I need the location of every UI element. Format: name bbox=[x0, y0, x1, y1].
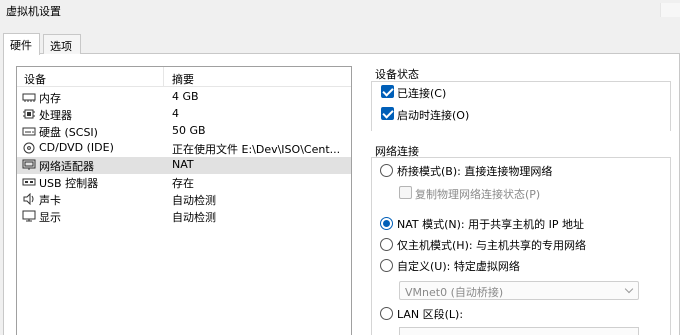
custom-network-value: VMnet0 (自动桥接) bbox=[405, 286, 504, 299]
device-list-header: 设备 摘要 bbox=[17, 67, 351, 87]
chevron-down-icon bbox=[624, 284, 634, 294]
nat-label: NAT 模式(N): 用于共享主机的 IP 地址 bbox=[397, 218, 584, 231]
device-name: 网络适配器 bbox=[39, 160, 94, 173]
custom-label: 自定义(U): 特定虚拟网络 bbox=[397, 260, 520, 273]
connect-at-power-on-checkbox[interactable] bbox=[381, 107, 394, 120]
speaker-icon bbox=[23, 193, 34, 205]
replicate-physical-state-checkbox[interactable] bbox=[399, 186, 412, 199]
lan-segment-select[interactable] bbox=[399, 327, 639, 335]
network-adapter-icon bbox=[22, 159, 36, 170]
device-summary: 正在使用文件 E:\Dev\ISO\Cent... bbox=[172, 143, 341, 156]
device-status-title: 设备状态 bbox=[375, 68, 419, 81]
device-row-usb[interactable]: USB 控制器 存在 bbox=[17, 174, 351, 191]
column-summary[interactable]: 摘要 bbox=[172, 71, 194, 87]
lan-segment-radio[interactable] bbox=[380, 307, 393, 320]
device-summary: 4 bbox=[172, 107, 179, 120]
window-title: 虚拟机设置 bbox=[6, 5, 61, 18]
device-name: 内存 bbox=[39, 92, 61, 105]
monitor-icon bbox=[22, 210, 36, 222]
network-border-right bbox=[670, 157, 671, 335]
custom-radio[interactable] bbox=[380, 259, 393, 272]
device-list[interactable]: 设备 摘要 内存 4 GB 处理器 4 硬盘 (SCSI) 50 GB CD/D… bbox=[16, 66, 352, 335]
cpu-icon bbox=[23, 109, 35, 119]
host-only-label: 仅主机模式(H): 与主机共享的专用网络 bbox=[397, 239, 587, 252]
device-status-border-right bbox=[670, 81, 671, 131]
tab-options[interactable]: 选项 bbox=[43, 34, 81, 54]
device-row-network-adapter[interactable]: 网络适配器 NAT bbox=[17, 157, 351, 174]
nat-radio[interactable] bbox=[380, 217, 393, 230]
network-border-left bbox=[371, 157, 372, 335]
bridged-label: 桥接模式(B): 直接连接物理网络 bbox=[397, 165, 553, 178]
host-only-radio[interactable] bbox=[380, 238, 393, 251]
device-name: USB 控制器 bbox=[39, 177, 99, 190]
device-row-cdrom[interactable]: CD/DVD (IDE) 正在使用文件 E:\Dev\ISO\Cent... bbox=[17, 140, 351, 157]
device-name: 硬盘 (SCSI) bbox=[39, 126, 98, 139]
bridged-radio[interactable] bbox=[380, 164, 393, 177]
device-summary: 自动检测 bbox=[172, 211, 216, 224]
column-device[interactable]: 设备 bbox=[17, 67, 164, 87]
close-button[interactable] bbox=[660, 3, 680, 17]
device-row-harddisk[interactable]: 硬盘 (SCSI) 50 GB bbox=[17, 123, 351, 140]
device-summary: 50 GB bbox=[172, 124, 206, 137]
device-status-border-left bbox=[371, 81, 372, 131]
device-summary: 4 GB bbox=[172, 90, 199, 103]
connect-at-power-on-label: 启动时连接(O) bbox=[397, 109, 470, 122]
connected-label: 已连接(C) bbox=[397, 87, 447, 100]
memory-icon bbox=[22, 93, 36, 102]
harddisk-icon bbox=[22, 127, 36, 136]
replicate-physical-state-label: 复制物理网络连接状态(P) bbox=[415, 188, 541, 201]
lan-segment-label: LAN 区段(L): bbox=[397, 308, 464, 321]
device-name: 显示 bbox=[39, 211, 61, 224]
custom-network-select[interactable]: VMnet0 (自动桥接) bbox=[399, 281, 639, 300]
device-summary: 自动检测 bbox=[172, 194, 216, 207]
device-row-memory[interactable]: 内存 4 GB bbox=[17, 89, 351, 106]
device-row-sound[interactable]: 声卡 自动检测 bbox=[17, 191, 351, 208]
connected-checkbox[interactable] bbox=[381, 85, 394, 98]
device-summary: NAT bbox=[172, 158, 194, 171]
device-status-divider bbox=[371, 81, 671, 82]
device-name: 处理器 bbox=[39, 109, 72, 122]
device-summary: 存在 bbox=[172, 177, 194, 190]
cdrom-icon bbox=[23, 142, 35, 154]
device-name: CD/DVD (IDE) bbox=[39, 141, 114, 154]
device-row-processor[interactable]: 处理器 4 bbox=[17, 106, 351, 123]
tab-hardware[interactable]: 硬件 bbox=[3, 33, 40, 55]
device-row-display[interactable]: 显示 自动检测 bbox=[17, 208, 351, 225]
network-connection-divider bbox=[371, 157, 671, 158]
usb-icon bbox=[22, 178, 36, 186]
device-name: 声卡 bbox=[39, 194, 61, 207]
